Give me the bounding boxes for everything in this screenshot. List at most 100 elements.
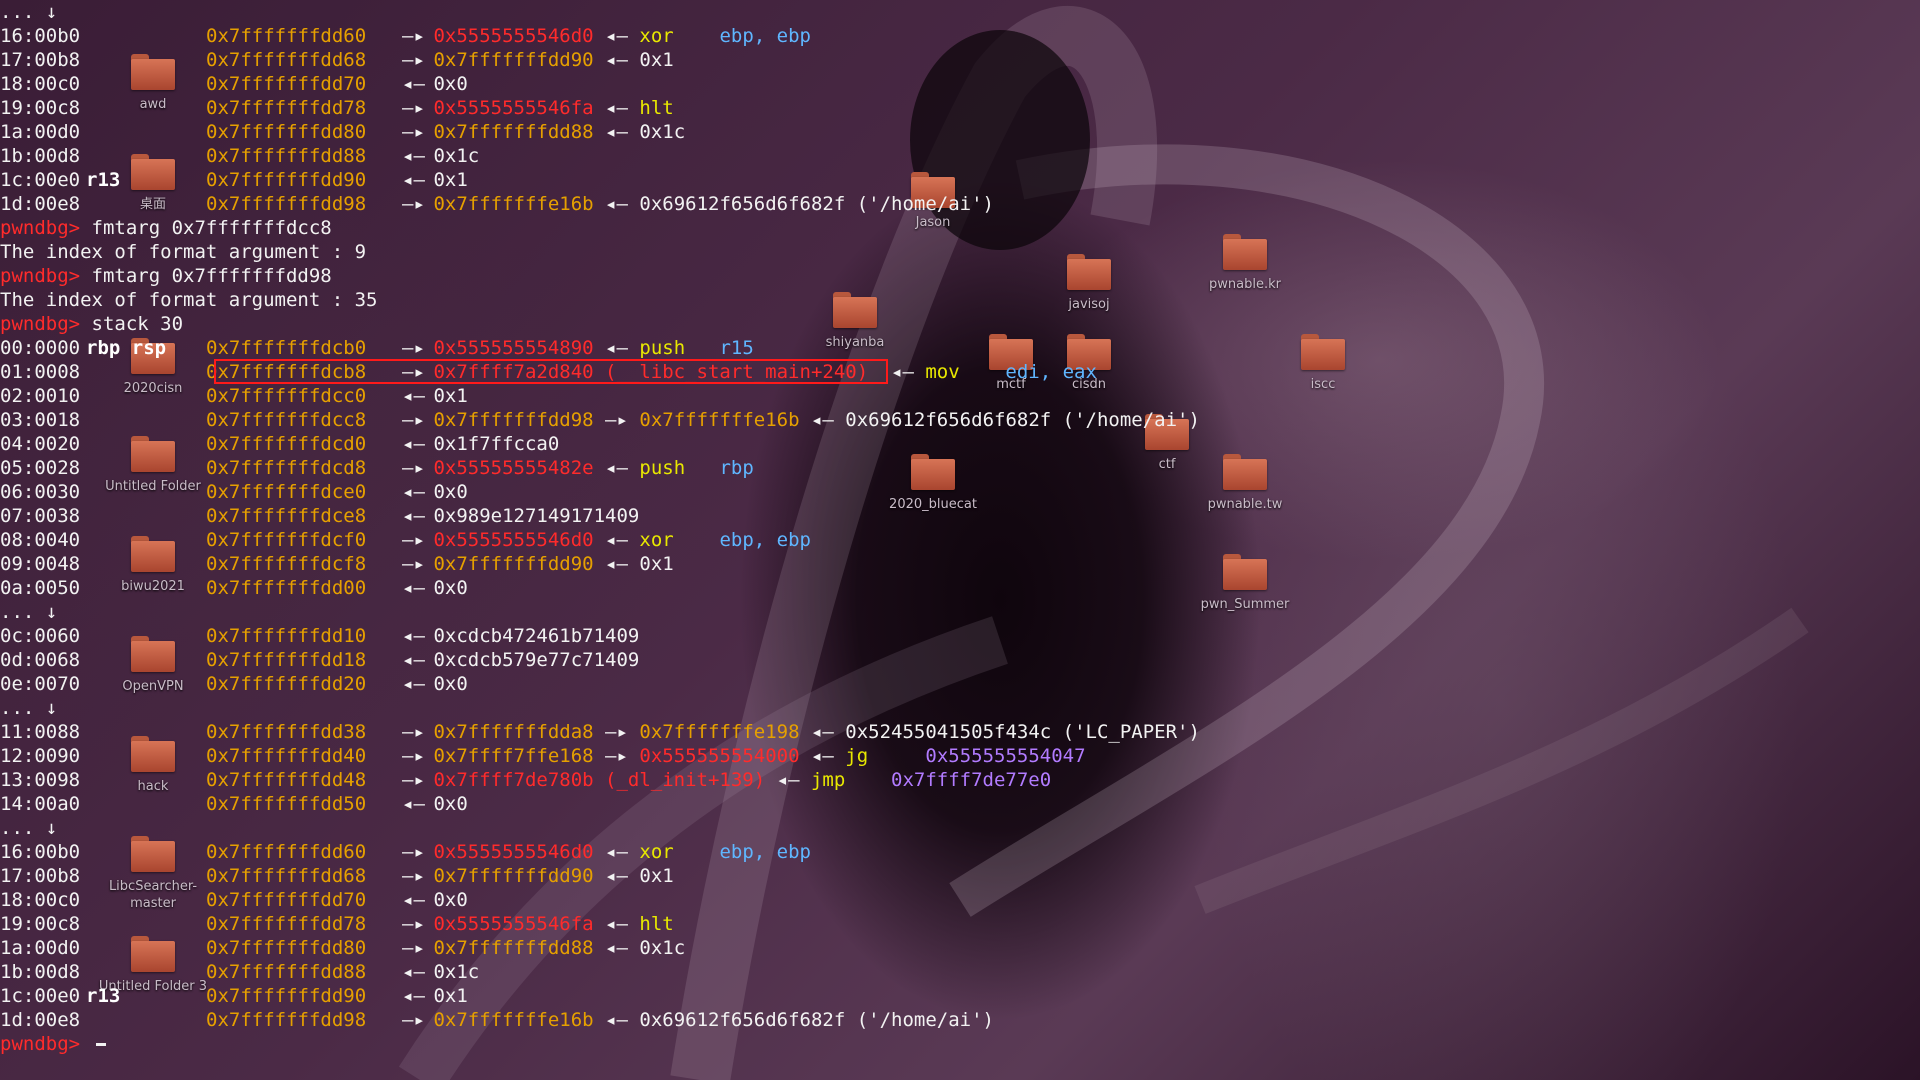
deref-arrow: ◂— — [402, 505, 425, 527]
terminal-line: 19:00c8 0x7fffffffdd78 —▸ 0x5555555546fa ◂… — [0, 912, 674, 936]
stack-value-part: ◂— — [593, 865, 640, 887]
terminal-line: pwndbg> stack 30 — [0, 312, 183, 336]
stack-offset: 00:0000 — [0, 337, 81, 359]
deref-arrow: ◂— — [402, 961, 425, 983]
command-text: fmtarg 0x7fffffffdcc8 — [80, 217, 332, 239]
stack-value-part: —▸ — [593, 409, 640, 431]
stack-value-part: 0x7fffffffdd90 — [433, 49, 594, 71]
stack-address: 0x7fffffffdd18 — [206, 649, 367, 671]
stack-address: 0x7fffffffdcc8 — [206, 409, 367, 431]
deref-arrow: —▸ — [402, 337, 425, 359]
stack-value-part: xor — [639, 529, 674, 551]
stack-offset: 1a:00d0 — [0, 937, 81, 959]
terminal-line: 0e:0070 0x7fffffffdd20 ◂— 0x0 — [0, 672, 468, 696]
text-cursor — [95, 1043, 106, 1046]
stack-address: 0x7fffffffdcf0 — [206, 529, 367, 551]
stack-value-part: ◂— — [799, 409, 846, 431]
deref-arrow: —▸ — [402, 457, 425, 479]
stack-offset: 17:00b8 — [0, 49, 81, 71]
stack-value-part: rbp — [685, 457, 754, 479]
deref-arrow: —▸ — [402, 841, 425, 863]
terminal-line: 18:00c0 0x7fffffffdd70 ◂— 0x0 — [0, 888, 468, 912]
stack-value-part: ◂— — [593, 121, 640, 143]
skip-marker: ... ↓ — [0, 601, 58, 623]
stack-value-part: 0x7fffffffdd98 — [433, 409, 594, 431]
stack-value-part: ◂— — [593, 913, 640, 935]
skip-marker: ... ↓ — [0, 1, 58, 23]
stack-address: 0x7fffffffdcc0 — [206, 385, 367, 407]
stack-value-part: r15 — [685, 337, 754, 359]
terminal-line: ... ↓ — [0, 816, 57, 840]
deref-arrow: ◂— — [402, 649, 425, 671]
stack-value-part: push — [639, 337, 686, 359]
deref-arrow: —▸ — [402, 529, 425, 551]
terminal-line: 18:00c0 0x7fffffffdd70 ◂— 0x0 — [0, 72, 468, 96]
skip-marker: ... ↓ — [0, 817, 58, 839]
stack-address: 0x7fffffffdd10 — [206, 625, 367, 647]
stack-value-part: hlt — [639, 97, 674, 119]
stack-value-part: jmp — [810, 769, 846, 791]
deref-arrow: ◂— — [402, 73, 425, 95]
stack-value-part: 0x1 — [639, 49, 674, 71]
terminal-line: 16:00b0 0x7fffffffdd60 —▸ 0x5555555546d0 ◂… — [0, 24, 811, 48]
stack-offset: 12:0090 — [0, 745, 81, 767]
command-input[interactable] — [80, 1033, 91, 1055]
stack-value-part: 0x69612f656d6f682f ('/home/ai') — [845, 409, 1200, 431]
terminal-window[interactable]: ... ↓ 16:00b0 0x7fffffffdd60 —▸ 0x555555554… — [0, 0, 1920, 1080]
terminal-line: 1b:00d8 0x7fffffffdd88 ◂— 0x1c — [0, 144, 479, 168]
stack-value-part: 0x1c — [639, 121, 686, 143]
register-label: r13 — [86, 985, 121, 1007]
stack-offset: 02:0010 — [0, 385, 81, 407]
stack-address: 0x7fffffffdd90 — [206, 985, 367, 1007]
stack-offset: 0e:0070 — [0, 673, 81, 695]
terminal-line: The index of format argument : 35 — [0, 288, 378, 312]
stack-value-part: 0x7fffffffdd88 — [433, 937, 594, 959]
stack-offset: 1d:00e8 — [0, 193, 81, 215]
terminal-line: 16:00b0 0x7fffffffdd60 —▸ 0x5555555546d0 ◂… — [0, 840, 811, 864]
stack-value-part: 0x7fffffffe16b — [433, 1009, 594, 1031]
deref-arrow: —▸ — [402, 913, 425, 935]
stack-value-part: 0x0 — [433, 889, 468, 911]
terminal-line: 1c:00e0 r13 0x7fffffffdd90 ◂— 0x1 — [0, 984, 468, 1008]
terminal-line: 12:0090 0x7fffffffdd40 —▸ 0x7ffff7ffe168 —… — [0, 744, 1086, 768]
stack-value-part: 0x5555555546d0 — [433, 841, 594, 863]
stack-offset: 18:00c0 — [0, 73, 81, 95]
stack-value-part: xor — [639, 841, 674, 863]
stack-value-part: ◂— — [593, 49, 640, 71]
stack-value-part: ◂— — [593, 193, 640, 215]
register-label: r13 — [86, 169, 121, 191]
stack-address: 0x7fffffffdd80 — [206, 121, 367, 143]
deref-arrow: —▸ — [402, 745, 425, 767]
terminal-line: 13:0098 0x7fffffffdd48 —▸ 0x7ffff7de780b (… — [0, 768, 1051, 792]
stack-address: 0x7fffffffdd78 — [206, 97, 367, 119]
shell-prompt: pwndbg> — [0, 265, 81, 287]
command-output: The index of format argument : 35 — [0, 289, 378, 311]
stack-address: 0x7fffffffdd88 — [206, 145, 367, 167]
stack-value-part: 0x1 — [433, 385, 468, 407]
stack-value-part: 0x555555554890 — [433, 337, 594, 359]
stack-address: 0x7fffffffdd60 — [206, 841, 367, 863]
register-label: rbp rsp — [86, 337, 167, 359]
deref-arrow: ◂— — [402, 673, 425, 695]
stack-value-part: 0x0 — [433, 481, 468, 503]
terminal-line: 1d:00e8 0x7fffffffdd98 —▸ 0x7fffffffe16b ◂… — [0, 1008, 994, 1032]
command-text: stack 30 — [80, 313, 184, 335]
stack-offset: 17:00b8 — [0, 865, 81, 887]
stack-offset: 0d:0068 — [0, 649, 81, 671]
stack-offset: 06:0030 — [0, 481, 81, 503]
deref-arrow: —▸ — [402, 49, 425, 71]
deref-arrow: ◂— — [402, 577, 425, 599]
stack-value-part: push — [639, 457, 686, 479]
stack-offset: 05:0028 — [0, 457, 81, 479]
skip-marker: ... ↓ — [0, 697, 58, 719]
terminal-line: pwndbg> — [0, 1032, 106, 1056]
stack-value-part: 0x1 — [639, 865, 674, 887]
stack-value-part: 0x7fffffffdda8 — [433, 721, 594, 743]
stack-value-part: ◂— — [593, 337, 640, 359]
stack-address: 0x7fffffffdcf8 — [206, 553, 367, 575]
stack-value-part: 0x0 — [433, 793, 468, 815]
terminal-line: 14:00a0 0x7fffffffdd50 ◂— 0x0 — [0, 792, 468, 816]
stack-address: 0x7fffffffdd40 — [206, 745, 367, 767]
stack-address: 0x7fffffffdd48 — [206, 769, 367, 791]
command-text: fmtarg 0x7fffffffdd98 — [80, 265, 332, 287]
